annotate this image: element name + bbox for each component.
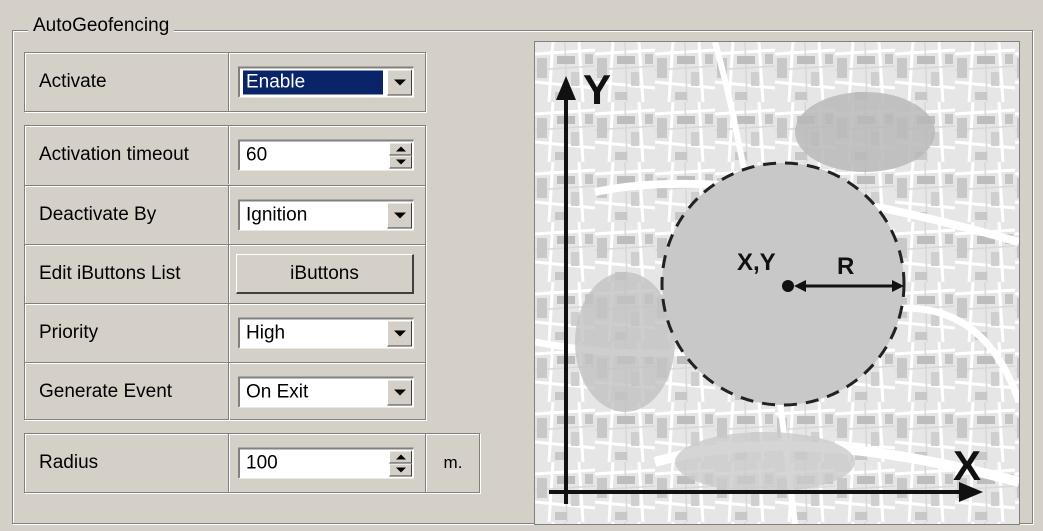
group-title: AutoGeofencing (28, 15, 175, 37)
x-axis-label: X (953, 442, 981, 489)
ibuttons-button[interactable]: iButtons (236, 254, 414, 294)
section-settings: Activation timeout 60 Deactivate By Igni… (24, 125, 426, 420)
row-generate-event: Generate Event On Exit (25, 362, 425, 420)
activate-dropdown[interactable]: Enable (238, 66, 414, 98)
radius-letter-label: R (837, 253, 854, 280)
radius-value: 100 (246, 452, 278, 474)
priority-dropdown[interactable]: High (238, 317, 414, 349)
spin-down-icon[interactable] (389, 155, 412, 169)
radius-unit: m. (425, 434, 480, 492)
center-point-marker (782, 280, 794, 292)
deactivate-by-label: Deactivate By (25, 186, 229, 244)
section-activate: Activate Enable (24, 52, 426, 112)
chevron-down-icon[interactable] (387, 379, 412, 405)
radius-stepper[interactable]: 100 (238, 447, 414, 479)
row-activate: Activate Enable (25, 53, 425, 111)
activation-timeout-label: Activation timeout (25, 126, 229, 184)
generate-event-dropdown[interactable]: On Exit (238, 376, 414, 407)
radius-label: Radius (25, 434, 229, 492)
activation-timeout-stepper[interactable]: 60 (238, 139, 414, 171)
deactivate-by-value: Ignition (246, 204, 308, 226)
y-axis-label: Y (583, 66, 611, 113)
section-radius: Radius 100 m. (24, 433, 480, 493)
generate-event-value: On Exit (246, 381, 309, 402)
chevron-down-icon[interactable] (387, 202, 412, 229)
activate-value: Enable (243, 70, 383, 95)
chevron-down-icon[interactable] (387, 69, 412, 96)
priority-label: Priority (25, 304, 229, 362)
spin-up-icon[interactable] (389, 142, 412, 156)
activate-label: Activate (25, 53, 229, 111)
autogeofencing-panel: AutoGeofencing Activate Enable Activatio… (0, 0, 1043, 531)
row-activation-timeout: Activation timeout 60 (25, 126, 425, 184)
chevron-down-icon[interactable] (387, 320, 412, 347)
row-priority: Priority High (25, 303, 425, 362)
deactivate-by-dropdown[interactable]: Ignition (238, 199, 414, 231)
geofence-diagram: X,Y R Y X (534, 41, 1020, 525)
priority-value: High (246, 322, 286, 344)
row-edit-ibuttons: Edit iButtons List iButtons (25, 244, 425, 303)
spinner (389, 142, 412, 169)
generate-event-label: Generate Event (25, 363, 229, 420)
activation-timeout-value: 60 (246, 144, 268, 166)
spin-down-icon[interactable] (389, 463, 412, 477)
spin-up-icon[interactable] (389, 450, 412, 464)
spinner (389, 450, 412, 477)
row-radius: Radius 100 m. (25, 434, 479, 492)
row-deactivate-by: Deactivate By Ignition (25, 185, 425, 244)
diagram-svg: X,Y R Y X (535, 42, 1019, 524)
center-label: X,Y (737, 249, 776, 276)
edit-ibuttons-label: Edit iButtons List (25, 245, 229, 303)
